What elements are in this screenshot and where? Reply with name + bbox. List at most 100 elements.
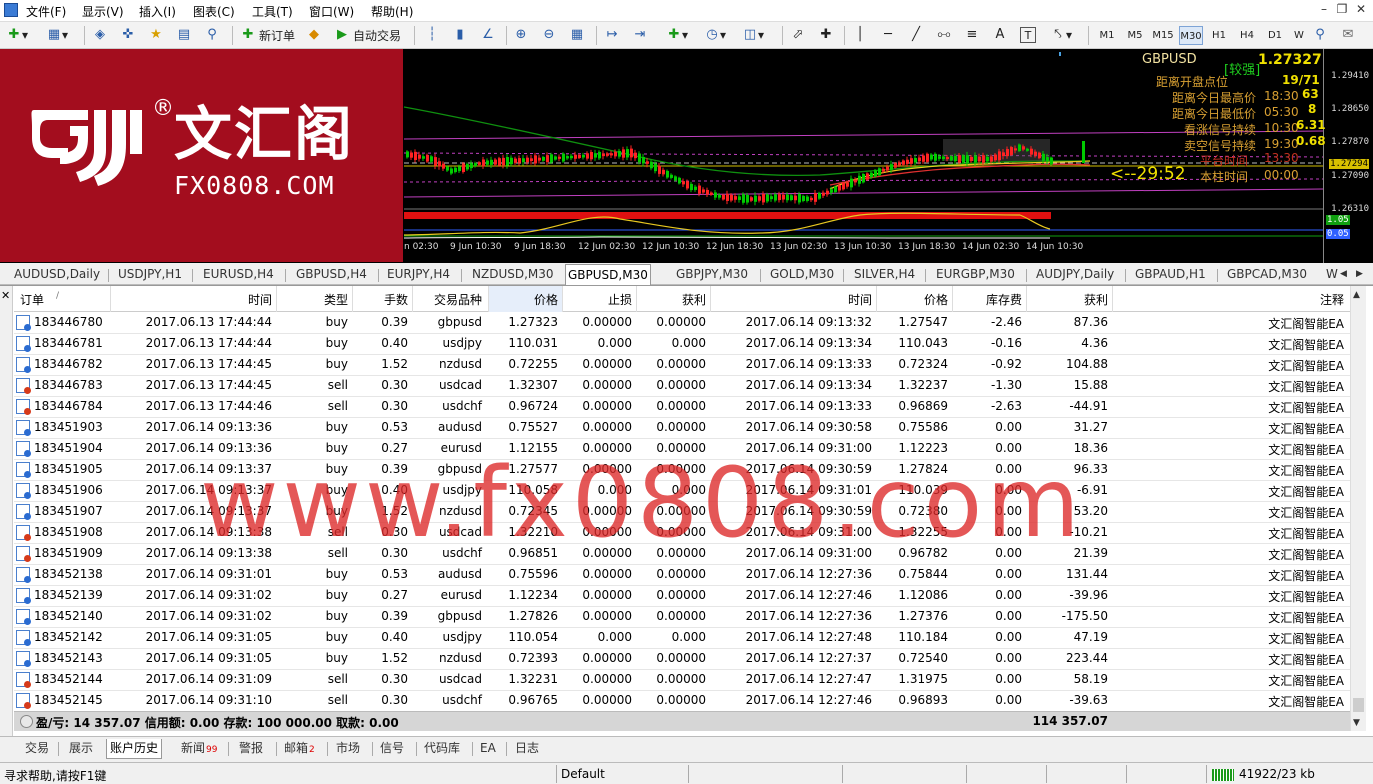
table-row[interactable]: 183451908 2017.06.14 09:13:38 sell 0.30 usdc… — [14, 523, 1350, 544]
tab-alerts[interactable]: 警报 — [236, 739, 266, 759]
arrows-button[interactable]: ⤣ ▾ — [1050, 25, 1072, 45]
terminal-button[interactable]: ▤ — [176, 25, 192, 45]
tab-news[interactable]: 新闻99 — [178, 739, 220, 759]
close-icon[interactable]: ✕ — [1352, 2, 1370, 16]
menu-insert[interactable]: 插入(I) — [139, 3, 176, 20]
line-chart-button[interactable]: ∠ — [480, 25, 496, 45]
table-row[interactable]: 183446781 2017.06.13 17:44:44 buy 0.40 usdjp… — [14, 334, 1350, 355]
table-row[interactable]: 183452140 2017.06.14 09:31:02 buy 0.39 gbpus… — [14, 607, 1350, 628]
minimize-icon[interactable]: – — [1315, 2, 1333, 16]
col-order[interactable]: 订单 — [20, 291, 44, 308]
tab-market[interactable]: 市场 — [333, 739, 363, 759]
col-open-price[interactable]: 价格 — [488, 291, 558, 308]
table-row[interactable]: 183452145 2017.06.14 09:31:10 sell 0.30 usdc… — [14, 691, 1350, 712]
table-row[interactable]: 183451909 2017.06.14 09:13:38 sell 0.30 usdc… — [14, 544, 1350, 565]
chart-tab[interactable]: GBPCAD,M30 — [1225, 266, 1309, 285]
table-row[interactable]: 183452144 2017.06.14 09:31:09 sell 0.30 usdc… — [14, 670, 1350, 691]
col-stop-loss[interactable]: 止损 — [562, 291, 632, 308]
menu-file[interactable]: 文件(F) — [26, 3, 66, 20]
favorites-button[interactable]: ★ — [148, 25, 164, 45]
close-terminal-icon[interactable]: ✕ — [1, 289, 10, 302]
periods-button[interactable]: ◷ ▾ — [704, 25, 726, 45]
table-row[interactable]: 183451907 2017.06.14 09:13:37 buy 1.52 nzdus… — [14, 502, 1350, 523]
indicators-button[interactable]: ✚ ▾ — [666, 25, 688, 45]
col-open-time[interactable]: 时间 — [110, 291, 272, 308]
table-row[interactable]: 183452142 2017.06.14 09:31:05 buy 0.40 usdjp… — [14, 628, 1350, 649]
table-row[interactable]: 183446784 2017.06.13 17:44:46 sell 0.30 usdc… — [14, 397, 1350, 418]
scroll-up-icon[interactable]: ▲ — [1353, 290, 1360, 300]
label-button[interactable]: T — [1020, 25, 1036, 45]
timeframe-m15[interactable]: M15 — [1151, 26, 1175, 45]
restore-icon[interactable]: ❐ — [1333, 2, 1351, 16]
table-row[interactable]: 183452139 2017.06.14 09:31:02 buy 0.27 eurus… — [14, 586, 1350, 607]
col-close-time[interactable]: 时间 — [710, 291, 872, 308]
tab-signals[interactable]: 信号 — [377, 739, 407, 759]
chart-tab[interactable]: AUDJPY,Daily — [1034, 266, 1116, 285]
chart-tab-active[interactable]: GBPUSD,M30 — [565, 264, 651, 285]
timeframe-w1[interactable]: W — [1289, 26, 1309, 45]
col-comment[interactable]: 注释 — [1112, 291, 1344, 308]
col-symbol[interactable]: 交易品种 — [412, 291, 482, 308]
table-row[interactable]: 183452143 2017.06.14 09:31:05 buy 1.52 nzdus… — [14, 649, 1350, 670]
horizontal-line-button[interactable]: ─ — [880, 25, 896, 45]
table-row[interactable]: 183446783 2017.06.13 17:44:45 sell 0.30 usdc… — [14, 376, 1350, 397]
chart-tab[interactable]: GBPUSD,H4 — [294, 266, 369, 285]
status-profile[interactable]: Default — [561, 767, 605, 781]
chart-tab[interactable]: AUDUSD,Daily — [12, 266, 102, 285]
chart-tab[interactable]: NZDUSD,M30 — [470, 266, 556, 285]
zoom-out-button[interactable]: ⊖ — [541, 25, 557, 45]
fibo-button[interactable]: ≡ — [964, 25, 980, 45]
scroll-down-icon[interactable]: ▼ — [1353, 718, 1360, 728]
menu-chart[interactable]: 图表(C) — [193, 3, 235, 20]
templates-button[interactable]: ◫ ▾ — [742, 25, 764, 45]
timeframe-d1[interactable]: D1 — [1263, 26, 1287, 45]
trendline-button[interactable]: ╱ — [908, 25, 924, 45]
table-row[interactable]: 183451904 2017.06.14 09:13:36 buy 0.27 eurus… — [14, 439, 1350, 460]
candlestick-button[interactable]: ▮ — [452, 25, 468, 45]
chart-tab[interactable]: EURUSD,H4 — [201, 266, 276, 285]
cursor-button[interactable]: ⬀ — [790, 25, 806, 45]
col-close-price[interactable]: 价格 — [876, 291, 948, 308]
zoom-in-button[interactable]: ⊕ — [513, 25, 529, 45]
menu-window[interactable]: 窗口(W) — [309, 3, 354, 20]
timeframe-h4[interactable]: H4 — [1235, 26, 1259, 45]
col-swap[interactable]: 库存费 — [952, 291, 1022, 308]
menu-view[interactable]: 显示(V) — [82, 3, 124, 20]
col-profit[interactable]: 获利 — [1026, 291, 1108, 308]
col-type[interactable]: 类型 — [276, 291, 348, 308]
meta-editor-button[interactable]: ◆ — [306, 25, 322, 45]
tab-mailbox[interactable]: 邮箱2 — [281, 739, 318, 759]
chart-tab[interactable]: SILVER,H4 — [852, 266, 917, 285]
search-button[interactable]: ⚲ — [1312, 25, 1328, 45]
table-row[interactable]: 183451906 2017.06.14 09:13:37 buy 0.40 usdjp… — [14, 481, 1350, 502]
tab-scroll-left-icon[interactable]: ◀ — [1338, 266, 1349, 285]
col-take-profit[interactable]: 获利 — [636, 291, 706, 308]
new-chart-button[interactable]: ✚ ▾ — [6, 25, 28, 45]
bar-chart-button[interactable]: ┆ — [424, 25, 440, 45]
tab-experts[interactable]: EA — [477, 739, 499, 759]
tab-account-history[interactable]: 账户历史 — [106, 739, 163, 759]
chart-shift-button[interactable]: ⇥ — [632, 25, 648, 45]
menu-help[interactable]: 帮助(H) — [371, 3, 413, 20]
new-order-button[interactable]: ✚ 新订单 — [240, 25, 295, 45]
chart-tab[interactable]: EURJPY,H4 — [385, 266, 452, 285]
col-volume[interactable]: 手数 — [352, 291, 408, 308]
auto-scroll-button[interactable]: ↦ — [604, 25, 620, 45]
vertical-line-button[interactable]: │ — [852, 25, 868, 45]
text-button[interactable]: A — [992, 25, 1008, 45]
tab-trade[interactable]: 交易 — [22, 739, 52, 759]
vertical-scrollbar[interactable]: ▲ ▼ — [1350, 286, 1366, 731]
tester-button[interactable]: ⚲ — [204, 25, 220, 45]
tab-scroll-right-icon[interactable]: ▶ — [1354, 266, 1365, 285]
channel-button[interactable]: ⧟ — [936, 25, 952, 45]
chat-button[interactable]: ✉ — [1340, 25, 1356, 45]
table-row[interactable]: 183451903 2017.06.14 09:13:36 buy 0.53 audus… — [14, 418, 1350, 439]
table-row[interactable]: 183446780 2017.06.13 17:44:44 buy 0.39 gbpus… — [14, 313, 1350, 334]
crosshair-button[interactable]: ✚ — [818, 25, 834, 45]
timeframe-m1[interactable]: M1 — [1095, 26, 1119, 45]
profiles-button[interactable]: ▦ ▾ — [46, 25, 68, 45]
chart-tab[interactable]: GBPJPY,M30 — [674, 266, 750, 285]
tile-windows-button[interactable]: ▦ — [569, 25, 585, 45]
table-row[interactable]: 183446782 2017.06.13 17:44:45 buy 1.52 nzdus… — [14, 355, 1350, 376]
chart-tab[interactable]: GBPAUD,H1 — [1133, 266, 1208, 285]
